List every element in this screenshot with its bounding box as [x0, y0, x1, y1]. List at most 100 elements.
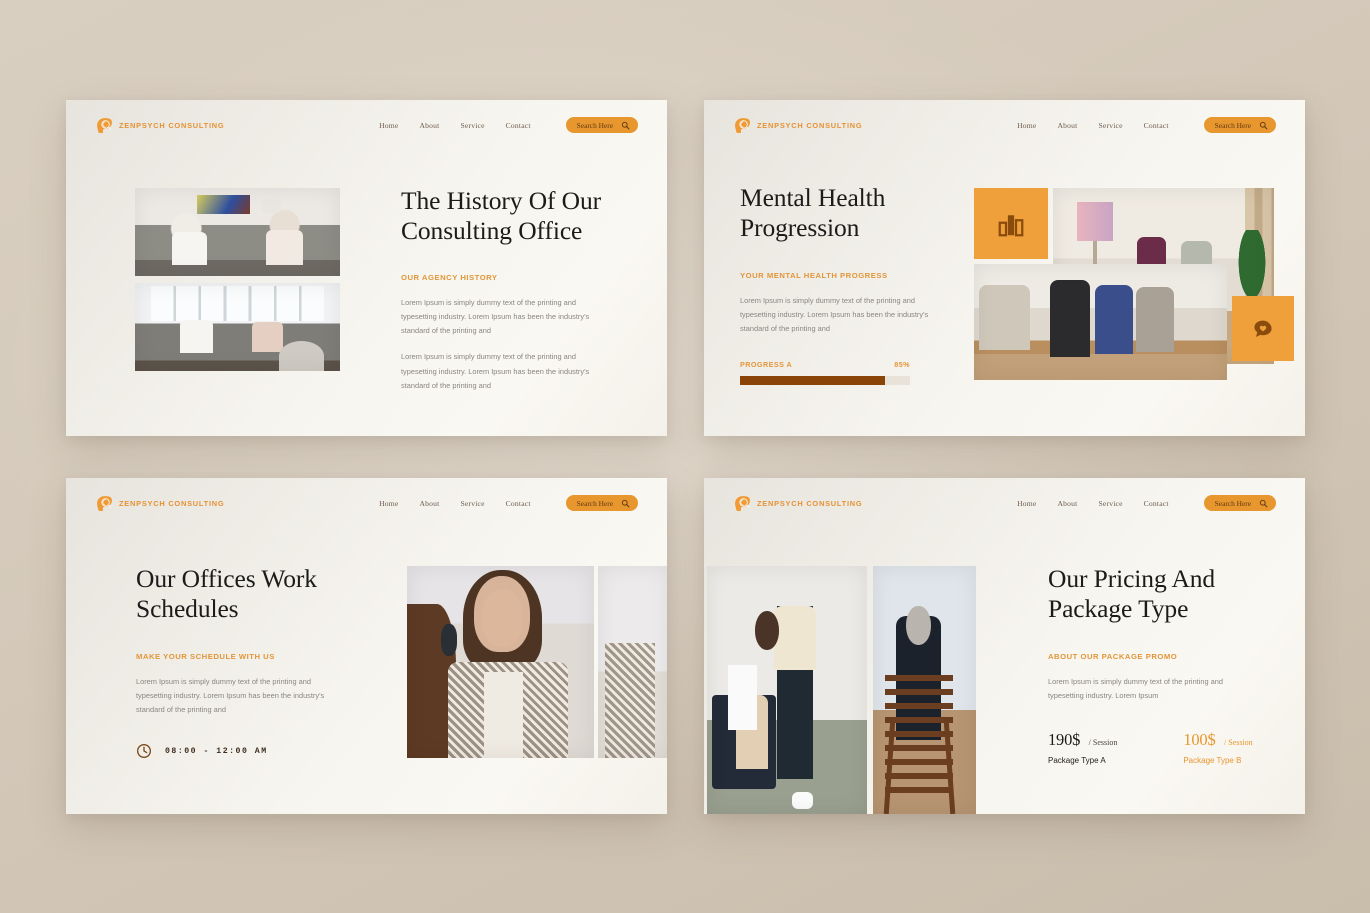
bar-chart-icon-tile: [974, 188, 1048, 259]
clock-icon: [137, 744, 151, 759]
search-button-label: Search Here: [1214, 120, 1251, 130]
nav-item-about[interactable]: About: [1057, 121, 1077, 130]
slide-title: The History Of Our Consulting Office: [401, 186, 602, 245]
main-nav: Home About Service Contact Search Here: [1017, 495, 1276, 511]
nav-item-about[interactable]: About: [419, 121, 439, 130]
search-button[interactable]: Search Here: [565, 495, 638, 511]
nav-item-service[interactable]: Service: [460, 499, 484, 508]
nav-item-service[interactable]: Service: [1098, 499, 1122, 508]
photo-child-therapy: [707, 566, 867, 814]
search-button-label: Search Here: [576, 498, 613, 508]
site-header: ZENPSYCH CONSULTING Home About Service C…: [66, 478, 667, 528]
chat-heart-icon: [1254, 320, 1272, 337]
progress-label: PROGRESS A: [740, 360, 793, 370]
search-button-label: Search Here: [1214, 498, 1251, 508]
search-icon: [1259, 499, 1268, 507]
head-brain-icon: [735, 117, 750, 133]
search-button[interactable]: Search Here: [565, 117, 638, 133]
history-text-column: The History Of Our Consulting Office OUR…: [401, 186, 631, 393]
brand-name: ZENPSYCH CONSULTING: [757, 498, 863, 508]
package-card-b[interactable]: 100$ / Session Package Type B: [1183, 730, 1252, 765]
package-b-amount: 100$: [1183, 730, 1216, 750]
package-b-name: Package Type B: [1183, 756, 1242, 766]
history-image-column: [135, 188, 340, 371]
slide-paragraph-1: Lorem Ipsum is simply dummy text of the …: [136, 676, 325, 715]
search-icon: [1259, 121, 1268, 129]
slide-paragraph-1: Lorem Ipsum is simply dummy text of the …: [401, 297, 590, 336]
chat-heart-icon-tile: [1232, 296, 1294, 361]
brand-logo[interactable]: ZENPSYCH CONSULTING: [96, 495, 224, 512]
slide-paragraph-2: Lorem Ipsum is simply dummy text of the …: [401, 352, 590, 390]
progress-track: [740, 376, 910, 386]
nav-item-about[interactable]: About: [419, 499, 439, 508]
slide-eyebrow: MAKE YOUR SCHEDULE WITH US: [136, 651, 275, 661]
nav-item-home[interactable]: Home: [1017, 499, 1036, 508]
slide-progression[interactable]: ZENPSYCH CONSULTING Home About Service C…: [704, 100, 1305, 436]
nav-item-home[interactable]: Home: [1017, 121, 1036, 130]
progress-header: PROGRESS A 85%: [740, 360, 910, 369]
nav-item-service[interactable]: Service: [1098, 121, 1122, 130]
slide-paragraph-1: Lorem Ipsum is simply dummy text of the …: [740, 295, 929, 334]
slide-schedules[interactable]: ZENPSYCH CONSULTING Home About Service C…: [66, 478, 667, 814]
package-b-per: / Session: [1223, 738, 1253, 748]
slide-eyebrow: OUR AGENCY HISTORY: [401, 272, 498, 282]
photo-couple-on-sofa: [135, 188, 340, 276]
progression-text-column: Mental Health Progression YOUR MENTAL HE…: [740, 183, 940, 386]
pricing-text-column: Our Pricing And Package Type ABOUT OUR P…: [1048, 564, 1278, 765]
photo-counselling-side: [598, 566, 667, 758]
photo-seated-patient-back: [873, 566, 976, 814]
brand-name: ZENPSYCH CONSULTING: [119, 120, 225, 130]
slide-history[interactable]: ZENPSYCH CONSULTING Home About Service C…: [66, 100, 667, 436]
nav-item-contact[interactable]: Contact: [1144, 121, 1169, 130]
nav-item-home[interactable]: Home: [379, 121, 398, 130]
brand-logo[interactable]: ZENPSYCH CONSULTING: [96, 117, 224, 134]
slide-title: Our Pricing And Package Type: [1048, 564, 1216, 623]
slide-paragraph-1: Lorem Ipsum is simply dummy text of the …: [1048, 676, 1223, 700]
office-hours: 08:00 - 12:00 AM: [136, 743, 346, 759]
package-a-name: Package Type A: [1048, 756, 1106, 766]
brand-name: ZENPSYCH CONSULTING: [757, 120, 863, 130]
nav-item-service[interactable]: Service: [460, 121, 484, 130]
nav-item-home[interactable]: Home: [379, 499, 398, 508]
presentation-mockup-stage: ZENPSYCH CONSULTING Home About Service C…: [0, 0, 1370, 913]
bar-chart-icon: [998, 214, 1024, 236]
photo-counselling-session: [407, 566, 594, 758]
package-list: 190$ / Session Package Type A 100$ / Ses…: [1048, 730, 1278, 765]
progress-fill: [740, 376, 885, 386]
nav-item-contact[interactable]: Contact: [506, 499, 531, 508]
package-a-per: / Session: [1088, 738, 1118, 748]
progress-percent: 85%: [894, 360, 910, 370]
office-hours-text: 08:00 - 12:00 AM: [165, 746, 268, 756]
nav-item-contact[interactable]: Contact: [1144, 499, 1169, 508]
slide-title: Mental Health Progression: [740, 183, 886, 242]
head-brain-icon: [97, 117, 112, 133]
site-header: ZENPSYCH CONSULTING Home About Service C…: [704, 478, 1305, 528]
nav-item-about[interactable]: About: [1057, 499, 1077, 508]
search-icon: [621, 121, 630, 129]
slide-eyebrow: YOUR MENTAL HEALTH PROGRESS: [740, 270, 888, 280]
slide-title: Our Offices Work Schedules: [136, 564, 317, 623]
progression-image-grid: [974, 188, 1294, 380]
main-nav: Home About Service Contact Search Here: [379, 117, 638, 133]
progress-meter: PROGRESS A 85%: [740, 360, 910, 386]
photo-group-therapy-circle: [974, 264, 1227, 380]
search-button-label: Search Here: [576, 120, 613, 130]
brand-logo[interactable]: ZENPSYCH CONSULTING: [734, 495, 862, 512]
main-nav: Home About Service Contact Search Here: [1017, 117, 1276, 133]
package-card-a[interactable]: 190$ / Session Package Type A: [1048, 730, 1117, 765]
search-button[interactable]: Search Here: [1203, 495, 1276, 511]
slide-eyebrow: ABOUT OUR PACKAGE PROMO: [1048, 651, 1178, 661]
nav-item-contact[interactable]: Contact: [506, 121, 531, 130]
site-header: ZENPSYCH CONSULTING Home About Service C…: [704, 100, 1305, 150]
search-button[interactable]: Search Here: [1203, 117, 1276, 133]
package-a-amount: 190$: [1048, 730, 1081, 750]
search-icon: [621, 499, 630, 507]
slide-pricing[interactable]: ZENPSYCH CONSULTING Home About Service C…: [704, 478, 1305, 814]
brand-logo[interactable]: ZENPSYCH CONSULTING: [734, 117, 862, 134]
brand-name: ZENPSYCH CONSULTING: [119, 498, 225, 508]
photo-group-session-windows: [135, 283, 340, 371]
schedules-text-column: Our Offices Work Schedules MAKE YOUR SCH…: [136, 564, 346, 759]
site-header: ZENPSYCH CONSULTING Home About Service C…: [66, 100, 667, 150]
main-nav: Home About Service Contact Search Here: [379, 495, 638, 511]
head-brain-icon: [97, 495, 112, 511]
